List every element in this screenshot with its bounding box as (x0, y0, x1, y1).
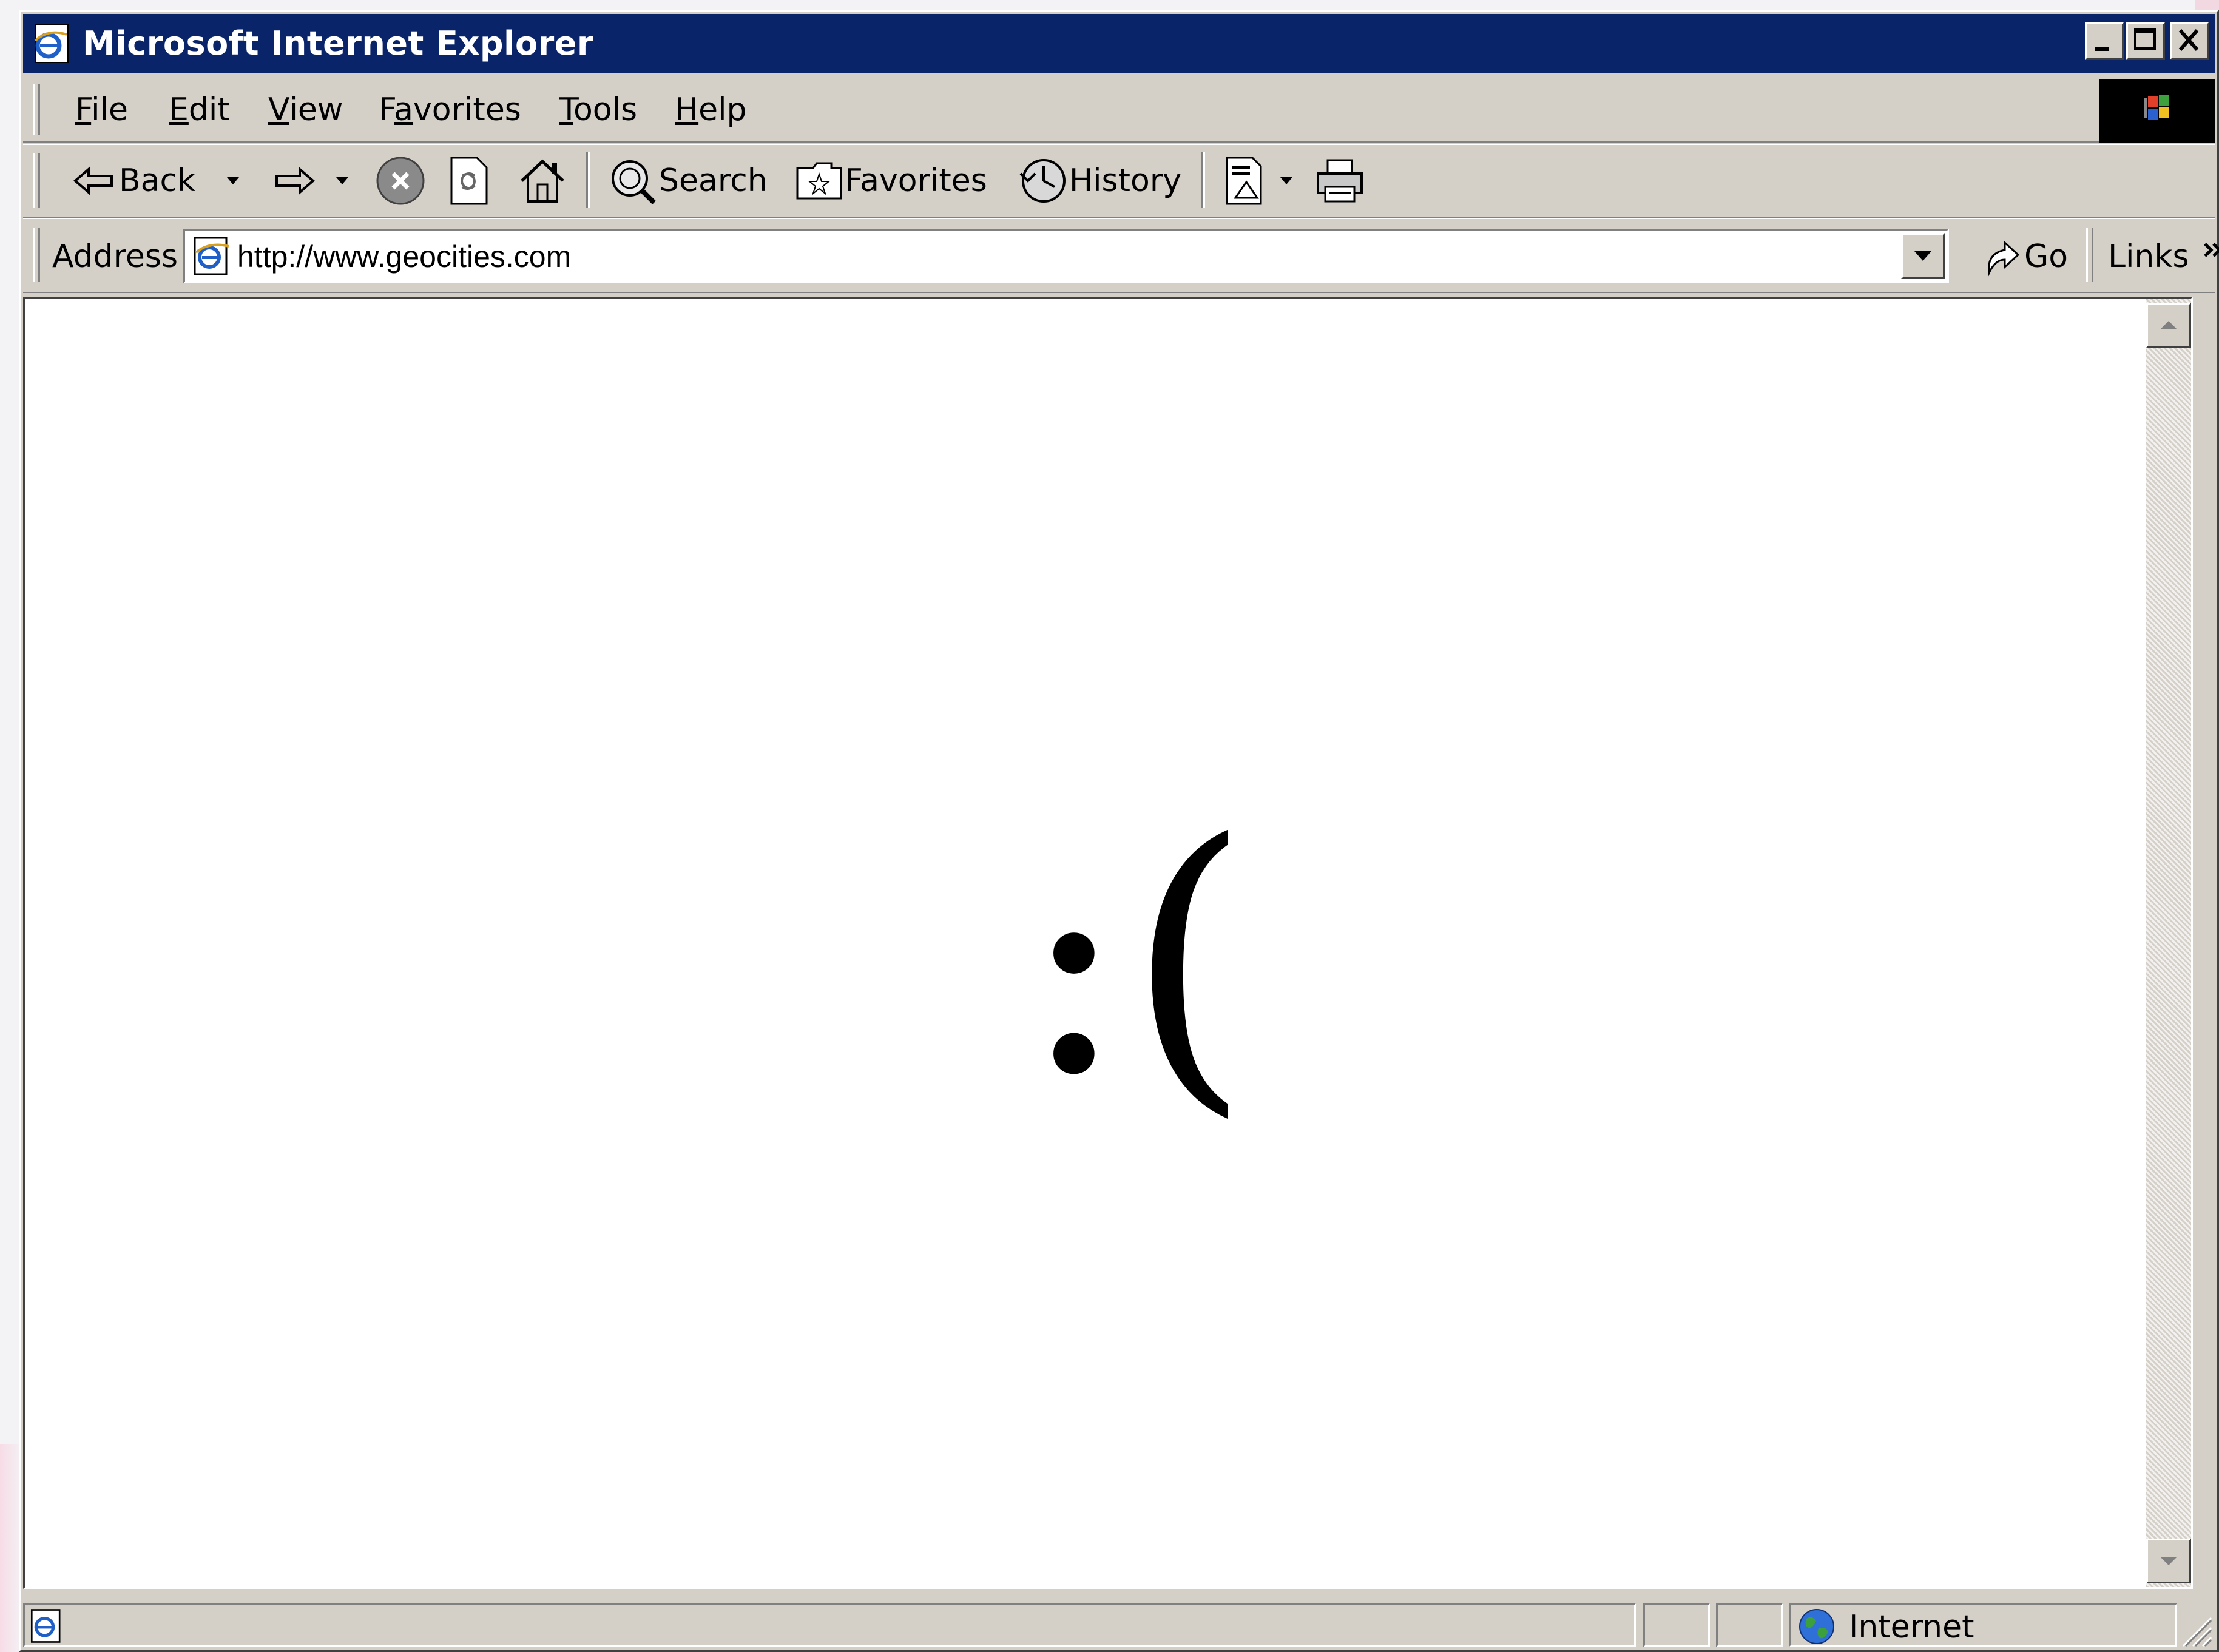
menu-view-rest: iew (289, 92, 343, 128)
scroll-up-icon (2160, 321, 2177, 329)
close-icon (2178, 29, 2199, 51)
sad-face-text: :( (1021, 777, 1251, 1144)
ie-logo-icon (34, 24, 69, 63)
chevron-double-right-icon (2203, 243, 2219, 257)
maximize-icon (2134, 28, 2156, 50)
go-label: Go (2024, 238, 2069, 275)
mail-dropdown[interactable] (1280, 153, 1292, 208)
home-icon (521, 159, 564, 203)
ie-page-status-icon (30, 1609, 61, 1643)
links-label: Links (2108, 238, 2189, 275)
scroll-down-icon (2160, 1557, 2177, 1565)
menu-view[interactable]: View (268, 90, 343, 129)
toolbar-separator (586, 152, 590, 208)
search-label: Search (659, 163, 768, 199)
menu-edit-rest: dit (188, 92, 230, 128)
status-progress-pane (1643, 1603, 1710, 1647)
address-label: Address (52, 238, 178, 275)
back-history-dropdown[interactable] (227, 153, 239, 208)
window-title: Microsoft Internet Explorer (83, 24, 593, 62)
forward-arrow-icon (275, 166, 316, 195)
history-label: History (1069, 163, 1181, 199)
menubar-grip[interactable] (33, 84, 40, 135)
security-zone-label: Internet (1849, 1609, 1974, 1645)
address-history-dropdown[interactable] (1901, 233, 1945, 279)
menu-tools-rest: ools (573, 92, 638, 128)
back-label: Back (119, 163, 196, 199)
standard-toolbar: Back Search Favorites History (23, 144, 2215, 218)
home-button[interactable] (518, 153, 567, 208)
address-input[interactable]: http://www.geocities.com (183, 229, 1949, 283)
go-arrow-icon (1988, 240, 2020, 277)
favorites-folder-icon (796, 162, 842, 200)
windows-flag-icon (2144, 95, 2169, 120)
links-grip[interactable] (2086, 228, 2093, 282)
globe-icon (1799, 1609, 1834, 1644)
menu-tools[interactable]: Tools (559, 90, 637, 129)
toolbar-separator (1201, 152, 1205, 208)
menu-favorites-pre: F (379, 92, 394, 128)
menu-file[interactable]: File (75, 90, 128, 129)
refresh-button[interactable] (448, 153, 490, 208)
minimize-icon (2095, 47, 2109, 51)
page-content[interactable]: :( (23, 297, 2193, 1589)
address-grip[interactable] (33, 228, 40, 282)
chevron-down-icon (1914, 251, 1931, 261)
browser-window: Microsoft Internet Explorer File Edit Vi… (19, 10, 2219, 1652)
favorites-label: Favorites (845, 163, 987, 199)
stop-icon (376, 157, 425, 205)
resize-grip-icon[interactable] (2171, 1606, 2214, 1648)
menu-edit-mnemonic: E (169, 92, 189, 128)
menu-help-rest: elp (698, 92, 747, 128)
address-bar: Address http://www.geocities.com Go Link… (23, 218, 2219, 293)
search-button[interactable]: Search (607, 153, 768, 208)
maximize-button[interactable] (2126, 22, 2165, 60)
links-button[interactable]: Links (2108, 232, 2219, 281)
ie-page-icon (194, 237, 229, 275)
menu-help[interactable]: Help (675, 90, 747, 129)
stop-button[interactable] (375, 153, 426, 208)
scroll-down-button[interactable] (2146, 1539, 2191, 1583)
favorites-button[interactable]: Favorites (795, 153, 987, 208)
go-button[interactable]: Go (1981, 232, 2068, 281)
menu-favorites[interactable]: Favorites (379, 90, 521, 129)
status-main-pane (23, 1603, 1636, 1647)
forward-button[interactable] (272, 153, 317, 208)
history-icon (1019, 159, 1066, 203)
menu-favorites-rest: vorites (413, 92, 521, 128)
mail-page-icon (1226, 157, 1262, 205)
status-zone-pane: Internet (1789, 1603, 2177, 1647)
close-button[interactable] (2170, 22, 2209, 60)
menu-file-rest: ile (91, 92, 129, 128)
chevron-down-icon (1280, 177, 1292, 184)
printer-icon (1317, 159, 1363, 203)
scroll-up-button[interactable] (2146, 303, 2191, 348)
menu-favorites-mnemonic: a (394, 92, 414, 128)
chevron-down-icon (227, 177, 239, 184)
menu-view-mnemonic: V (268, 92, 289, 128)
refresh-icon (450, 157, 488, 205)
chevron-down-icon (336, 177, 348, 184)
toolbar-grip[interactable] (33, 153, 40, 208)
mail-button[interactable] (1223, 153, 1272, 208)
windows-logo-throbber (2099, 79, 2215, 143)
menu-tools-mnemonic: T (559, 92, 573, 128)
status-bar: Internet (23, 1597, 2215, 1650)
history-button[interactable]: History (1017, 153, 1181, 208)
menu-edit[interactable]: Edit (169, 90, 230, 129)
menu-bar: File Edit View Favorites Tools Help (23, 78, 2215, 143)
menu-file-mnemonic: F (75, 92, 92, 128)
minimize-button[interactable] (2085, 22, 2124, 60)
forward-history-dropdown[interactable] (336, 153, 348, 208)
print-button[interactable] (1314, 153, 1365, 208)
search-icon (612, 160, 656, 204)
status-secure-pane (1716, 1603, 1783, 1647)
menu-help-mnemonic: H (675, 92, 699, 128)
back-arrow-icon (73, 166, 113, 195)
back-button[interactable]: Back (72, 153, 195, 208)
address-url: http://www.geocities.com (237, 240, 572, 274)
vertical-scrollbar[interactable] (2146, 299, 2191, 1587)
title-bar[interactable]: Microsoft Internet Explorer (23, 14, 2215, 73)
